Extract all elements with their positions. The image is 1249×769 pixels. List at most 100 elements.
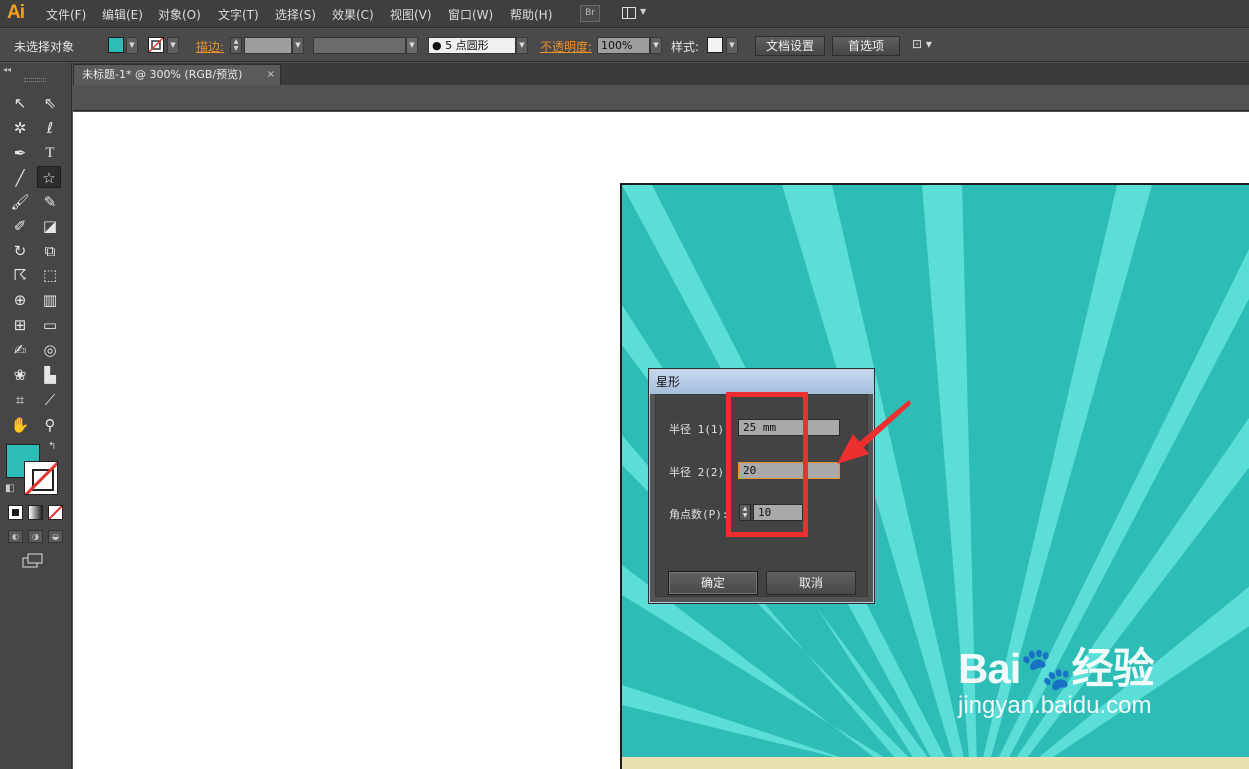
opacity-field[interactable]: 100% bbox=[597, 37, 650, 54]
slice-tool[interactable]: ⟋ bbox=[38, 389, 62, 411]
variable-width-dropdown[interactable]: ▼ bbox=[406, 37, 418, 54]
bridge-button[interactable]: Br bbox=[580, 5, 600, 22]
document-tab[interactable]: 未标题-1* @ 300% (RGB/预览) × bbox=[73, 64, 281, 85]
brush-definition-field[interactable]: ● 5 点圆形 bbox=[428, 37, 516, 54]
draw-behind-button[interactable]: ◑ bbox=[28, 530, 43, 543]
magic-wand-tool[interactable]: ✲ bbox=[8, 117, 32, 139]
chevron-down-icon: ▼ bbox=[640, 7, 647, 16]
lasso-tool[interactable]: ℓ bbox=[38, 117, 62, 139]
document-setup-button[interactable]: 文档设置 bbox=[755, 36, 825, 56]
free-transform-tool[interactable]: ⬚ bbox=[38, 264, 62, 286]
brush-dropdown[interactable]: ▼ bbox=[516, 37, 528, 54]
watermark-brand: Bai bbox=[958, 645, 1021, 692]
toolbox: ◂◂ ↖ ⇖ ✲ ℓ ✒ T ╱ ☆ 🖌 ✎ ✐ ◪ ↻ ⧉ ☈ ⬚ ⊕ ▥ ⊞… bbox=[0, 63, 72, 769]
menu-help[interactable]: 帮助(H) bbox=[510, 6, 552, 23]
none-icon bbox=[49, 506, 62, 519]
fill-swatch[interactable] bbox=[108, 37, 124, 53]
menu-file[interactable]: 文件(F) bbox=[46, 6, 86, 23]
blob-brush-tool[interactable]: ✐ bbox=[8, 215, 32, 237]
stroke-swatch[interactable] bbox=[148, 37, 164, 53]
scale-tool[interactable]: ⧉ bbox=[38, 240, 62, 262]
brush-dot-icon: ● bbox=[432, 39, 442, 52]
hand-tool[interactable]: ✋ bbox=[8, 414, 32, 436]
no-stroke-icon bbox=[149, 38, 163, 52]
gradient-tool[interactable]: ▭ bbox=[38, 314, 62, 336]
stroke-panel-link[interactable]: 描边: bbox=[196, 38, 224, 55]
menu-view[interactable]: 视图(V) bbox=[390, 6, 432, 23]
gradient-mode-button[interactable] bbox=[28, 505, 43, 520]
warp-tool[interactable]: ☈ bbox=[8, 264, 32, 286]
stroke-dropdown[interactable]: ▼ bbox=[167, 37, 179, 54]
graphic-style-swatch[interactable] bbox=[707, 37, 723, 53]
eyedropper-tool[interactable]: ✍ bbox=[8, 339, 32, 361]
direct-selection-tool[interactable]: ⇖ bbox=[38, 92, 62, 114]
document-tab-title: 未标题-1* @ 300% (RGB/预览) bbox=[82, 68, 243, 81]
column-graph-tool[interactable]: ▙ bbox=[38, 364, 62, 386]
rotate-tool[interactable]: ↻ bbox=[8, 240, 32, 262]
annotation-highlight-box bbox=[726, 392, 808, 537]
opacity-dropdown[interactable]: ▼ bbox=[650, 37, 662, 54]
stroke-weight-field[interactable] bbox=[244, 37, 292, 54]
close-icon[interactable]: × bbox=[267, 65, 275, 85]
menu-object[interactable]: 对象(O) bbox=[158, 6, 201, 23]
artboard-tool[interactable]: ⌗ bbox=[8, 389, 32, 411]
paintbrush-tool[interactable]: 🖌 bbox=[8, 191, 32, 213]
preferences-button[interactable]: 首选项 bbox=[832, 36, 900, 56]
type-tool[interactable]: T bbox=[38, 142, 62, 164]
swap-fill-stroke-icon[interactable]: ↰ bbox=[48, 441, 56, 452]
brush-definition-value: 5 点圆形 bbox=[445, 39, 489, 52]
points-label: 角点数(P): bbox=[669, 508, 729, 521]
annotation-arrow-icon bbox=[837, 400, 911, 464]
radius1-label: 半径 1(1): bbox=[669, 423, 731, 436]
mesh-tool[interactable]: ⊞ bbox=[8, 314, 32, 336]
arrange-icon bbox=[622, 7, 636, 19]
watermark-url: jingyan.baidu.com bbox=[958, 692, 1152, 719]
stroke-color-box[interactable] bbox=[24, 461, 58, 495]
baidu-watermark: Bai🐾经验 jingyan.baidu.com bbox=[958, 635, 1155, 720]
opacity-panel-link[interactable]: 不透明度: bbox=[540, 38, 592, 55]
shape-builder-tool[interactable]: ⊕ bbox=[8, 289, 32, 311]
arrange-documents-button[interactable]: ▼ bbox=[620, 5, 650, 22]
draw-inside-button[interactable]: ◒ bbox=[48, 530, 63, 543]
collapse-icon[interactable]: ◂◂ bbox=[3, 65, 11, 74]
control-bar: 未选择对象 ▼ ▼ 描边: ▲ ▼ ▼ ▼ ● 5 点圆形 ▼ 不透明度: 100… bbox=[0, 29, 1249, 62]
zoom-tool[interactable]: ⚲ bbox=[38, 414, 62, 436]
eraser-tool[interactable]: ◪ bbox=[38, 215, 62, 237]
radius2-label: 半径 2(2): bbox=[669, 466, 731, 479]
variable-width-profile[interactable] bbox=[313, 37, 406, 54]
ok-button[interactable]: 确定 bbox=[668, 571, 758, 595]
menu-effect[interactable]: 效果(C) bbox=[332, 6, 374, 23]
perspective-grid-tool[interactable]: ▥ bbox=[38, 289, 62, 311]
menu-edit[interactable]: 编辑(E) bbox=[102, 6, 143, 23]
stroke-weight-spinner[interactable]: ▲ ▼ bbox=[230, 37, 242, 54]
menu-bar: Ai 文件(F) 编辑(E) 对象(O) 文字(T) 选择(S) 效果(C) 视… bbox=[0, 0, 1249, 28]
menu-type[interactable]: 文字(T) bbox=[218, 6, 259, 23]
screen-mode-button[interactable] bbox=[22, 553, 44, 569]
line-tool[interactable]: ╱ bbox=[8, 167, 32, 189]
star-tool[interactable]: ☆ bbox=[37, 166, 61, 188]
stroke-weight-dropdown[interactable]: ▼ bbox=[292, 37, 304, 54]
menu-select[interactable]: 选择(S) bbox=[275, 6, 316, 23]
dialog-title[interactable]: 星形 bbox=[650, 370, 873, 394]
app-logo: Ai bbox=[7, 2, 25, 23]
style-label: 样式: bbox=[671, 40, 700, 54]
blend-tool[interactable]: ◎ bbox=[38, 339, 62, 361]
selection-tool[interactable]: ↖ bbox=[8, 92, 32, 114]
document-tab-bar: 未标题-1* @ 300% (RGB/预览) × bbox=[73, 63, 1249, 85]
graphic-style-dropdown[interactable]: ▼ bbox=[726, 37, 738, 54]
color-mode-button[interactable] bbox=[8, 505, 23, 520]
pen-tool[interactable]: ✒ bbox=[8, 142, 32, 164]
cancel-button[interactable]: 取消 bbox=[766, 571, 856, 595]
draw-normal-button[interactable]: ◐ bbox=[8, 530, 23, 543]
watermark-brand-suffix: 经验 bbox=[1071, 645, 1155, 692]
pencil-tool[interactable]: ✎ bbox=[38, 191, 62, 213]
toolbox-grip[interactable] bbox=[24, 78, 46, 82]
none-mode-button[interactable] bbox=[48, 505, 63, 520]
panel-menu-icon[interactable]: ⊡ ▾ bbox=[912, 37, 932, 51]
fill-dropdown[interactable]: ▼ bbox=[126, 37, 138, 54]
screen-mode-icon bbox=[22, 553, 43, 568]
canvas-top-strip bbox=[73, 85, 1249, 111]
menu-window[interactable]: 窗口(W) bbox=[448, 6, 493, 23]
default-fill-stroke-icon[interactable]: ◧ bbox=[5, 483, 14, 494]
symbol-sprayer-tool[interactable]: ❀ bbox=[8, 364, 32, 386]
